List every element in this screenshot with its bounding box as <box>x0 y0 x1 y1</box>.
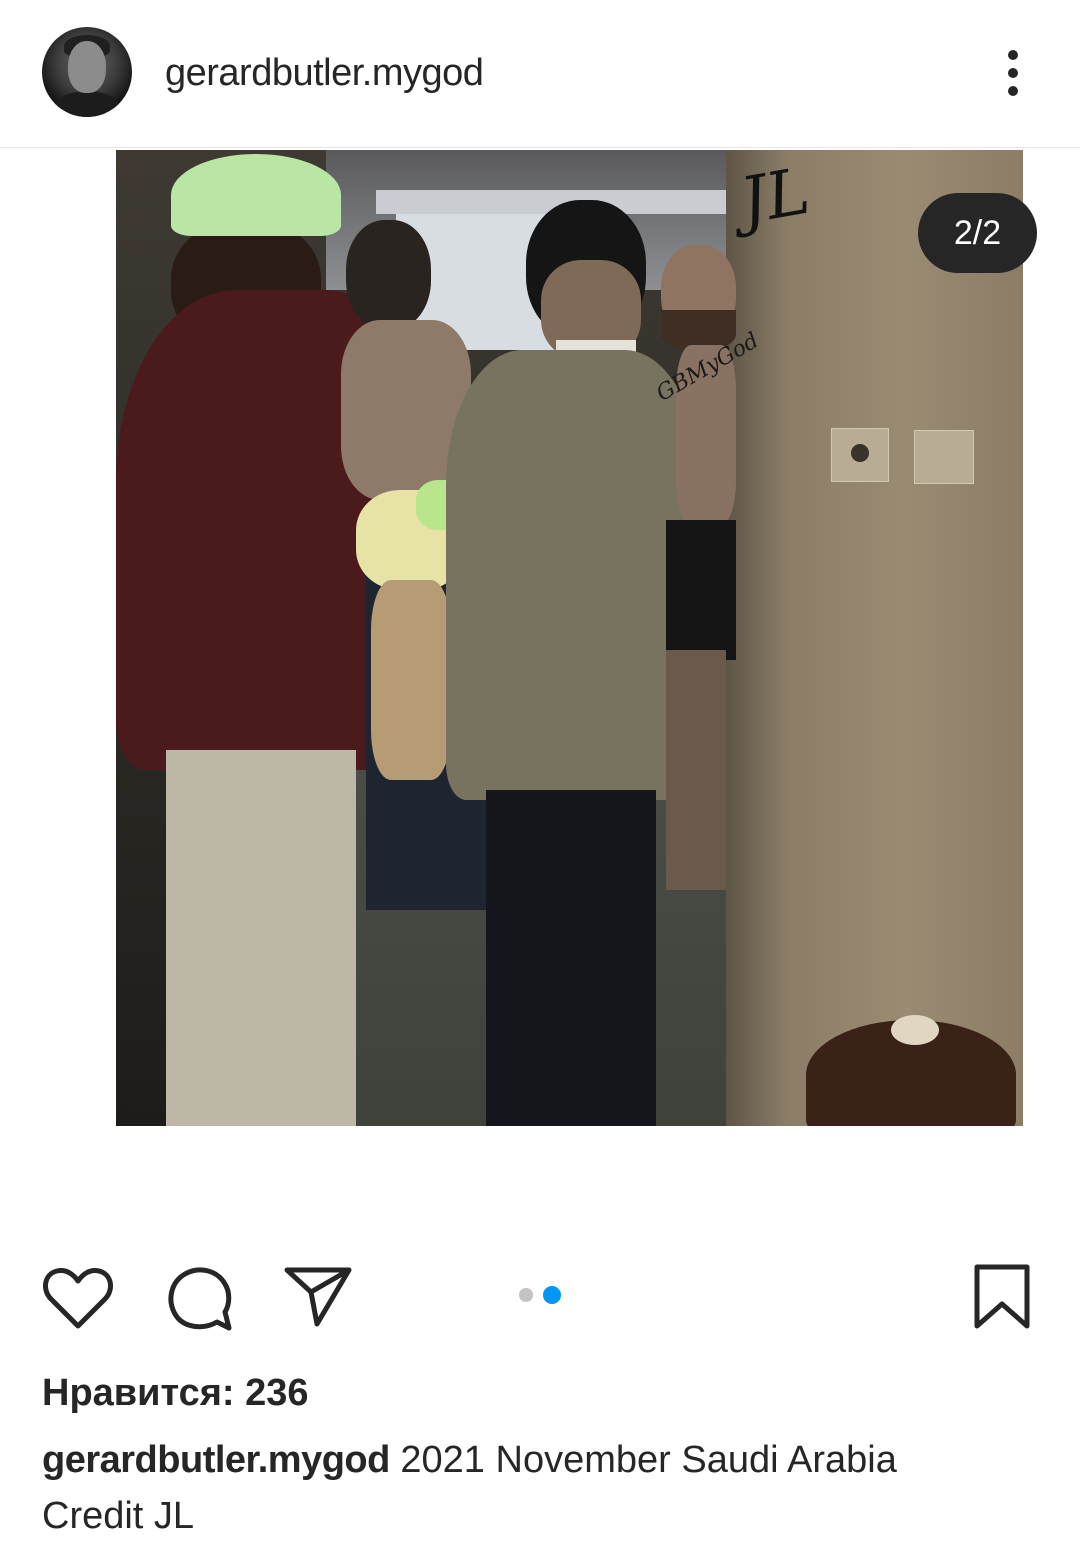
avatar[interactable] <box>42 27 132 117</box>
post-header: gerardbutler.mygod <box>0 0 1080 148</box>
likes-count[interactable]: Нравится: 236 <box>42 1372 309 1415</box>
comment-icon[interactable] <box>163 1262 235 1334</box>
caption-text: 2021 November Saudi Arabia <box>400 1439 897 1481</box>
post-caption: gerardbutler.mygod 2021 November Saudi A… <box>42 1432 1022 1544</box>
share-icon[interactable] <box>283 1262 355 1334</box>
more-vertical-icon[interactable] <box>1000 48 1030 98</box>
post-photo[interactable]: JL GBMyGod <box>116 150 1023 1126</box>
carousel-counter: 2/2 <box>918 193 1037 273</box>
watermark-text: JL <box>735 154 816 240</box>
carousel-dot-1 <box>519 1288 533 1302</box>
heart-icon[interactable] <box>42 1262 114 1334</box>
caption-credit: Credit JL <box>42 1495 195 1537</box>
carousel-dot-2 <box>543 1286 561 1304</box>
post-username[interactable]: gerardbutler.mygod <box>165 52 484 95</box>
caption-username[interactable]: gerardbutler.mygod <box>42 1439 390 1481</box>
bookmark-icon[interactable] <box>970 1262 1034 1334</box>
